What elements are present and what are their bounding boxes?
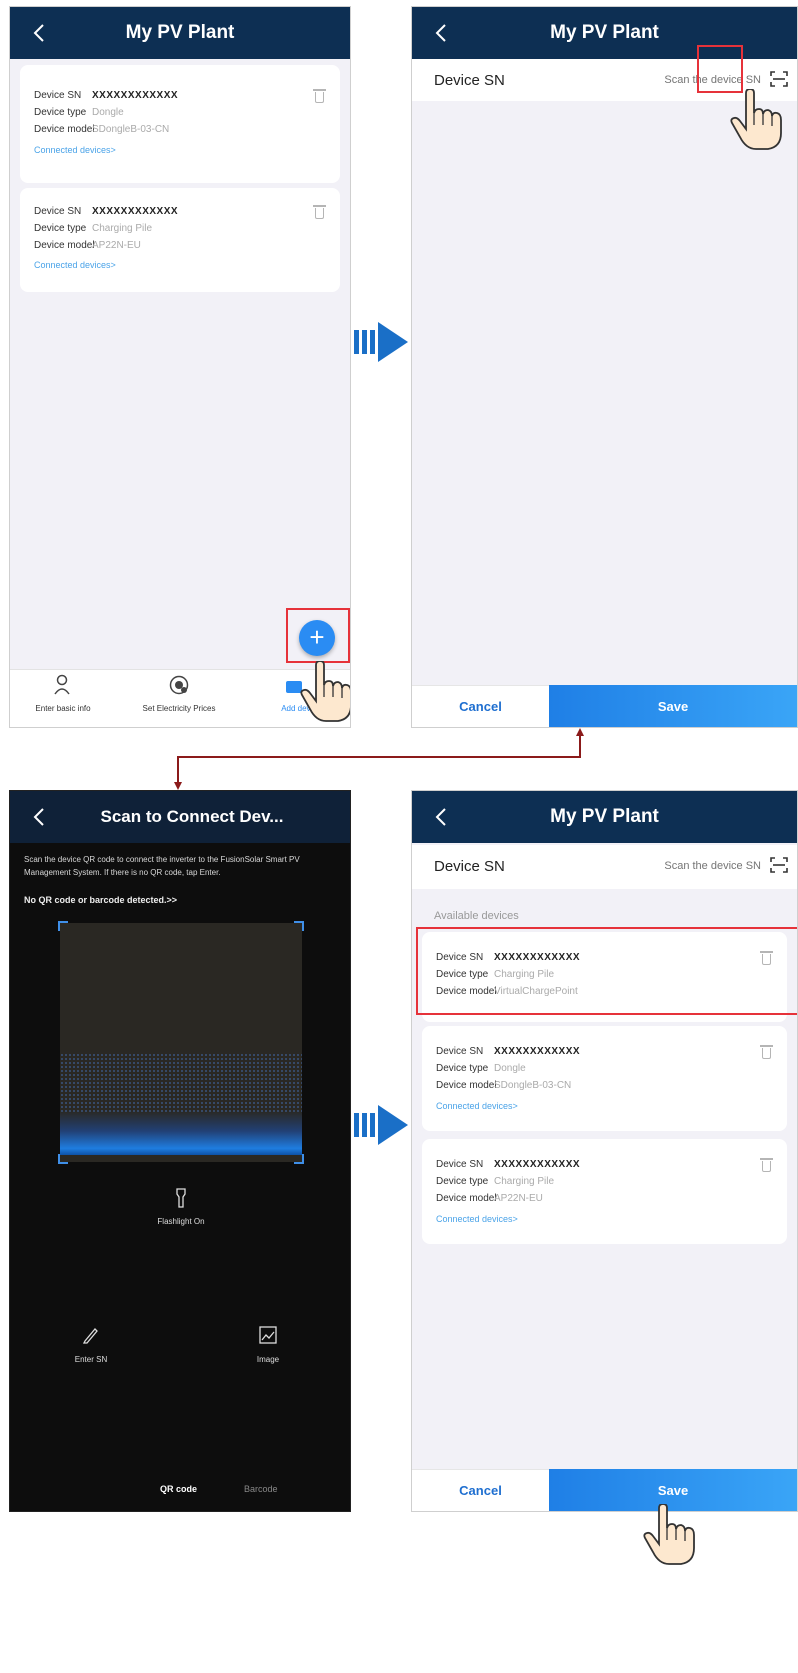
image-button[interactable]: Image [228,1325,308,1364]
scan-line [60,1111,302,1155]
highlight-box [697,45,743,93]
highlight-box [416,927,797,1015]
screen-plant-devices: My PV Plant Device SN XXXXXXXXXXXX Device… [9,6,351,728]
viewfinder-corner [58,1154,68,1164]
device-sn-row: Device SN XXXXXXXXXXXX [436,1159,581,1170]
device-type-row: Device type Dongle [436,1063,526,1074]
header: Scan to Connect Dev... [10,791,350,843]
trash-icon[interactable] [760,1158,773,1172]
header: My PV Plant [10,7,350,59]
screen-add-device: My PV Plant Device SN Cancel Save [411,6,798,728]
screen-available-devices: My PV Plant Device SN Available devices … [411,790,798,1512]
device-model-row: Device modelAP22N-EU [436,1193,543,1204]
tab-qr-code[interactable]: QR code [160,1483,197,1496]
cancel-button[interactable]: Cancel [412,685,549,727]
person-icon [54,674,70,695]
trash-icon[interactable] [313,89,326,103]
connected-devices-link[interactable]: Connected devices> [436,1101,518,1111]
scan-icon[interactable] [769,855,789,875]
cancel-button[interactable]: Cancel [412,1469,549,1511]
price-icon [169,675,189,695]
nav-enter-basic-info[interactable]: Enter basic info [10,674,118,713]
device-sn-field: Device SN [412,845,797,889]
pointer-hand-icon [300,661,350,722]
flashlight-button[interactable]: Flashlight On [141,1187,221,1226]
footer-actions: Cancel Save [412,685,797,727]
device-type-row: Device type Charging Pile [34,223,153,234]
scan-instructions: Scan the device QR code to connect the i… [24,855,300,877]
device-model-row: Device modelSDongleB-03-CN [34,124,170,135]
enter-sn-button[interactable]: Enter SN [51,1325,131,1364]
no-code-detected-link[interactable]: No QR code or barcode detected.>> [24,894,177,907]
trash-icon[interactable] [313,205,326,219]
back-icon[interactable] [430,805,452,829]
screen-scan-device: Scan to Connect Dev... Scan the device Q… [9,790,351,1512]
instruction-page: My PV Plant Device SN XXXXXXXXXXXX Device… [0,0,798,1673]
scan-dot-grid [60,1053,302,1113]
back-icon[interactable] [28,21,50,45]
device-card[interactable]: Device SN XXXXXXXXXXXX Device type Dongle … [422,1026,787,1131]
highlight-box [286,608,350,663]
header: My PV Plant [412,791,797,843]
viewfinder-corner [294,1154,304,1164]
scan-icon[interactable] [769,69,789,89]
available-devices-heading: Available devices [434,910,519,922]
nav-set-electricity-prices[interactable]: Set Electricity Prices [124,674,234,713]
page-title: My PV Plant [550,806,659,827]
flashlight-icon [176,1188,186,1208]
pointer-hand-icon [643,1504,695,1565]
pencil-icon [82,1328,98,1344]
device-sn-label: Device SN [434,72,505,89]
viewfinder-corner [294,921,304,931]
trash-icon[interactable] [760,1045,773,1059]
save-button[interactable]: Save [549,685,797,727]
page-title: My PV Plant [125,22,235,43]
connected-devices-link[interactable]: Connected devices> [34,260,116,270]
page-title: My PV Plant [550,22,659,43]
device-model-row: Device modelAP22N-EU [34,240,141,251]
device-card[interactable]: Device SN XXXXXXXXXXXX Device type Dongle … [20,65,340,183]
device-sn-label: Device SN [434,858,505,875]
viewfinder-corner [58,921,68,931]
device-card[interactable]: Device SN XXXXXXXXXXXX Device type Chargin… [422,1139,787,1244]
image-icon [259,1326,277,1344]
pointer-hand-icon [730,89,782,150]
connected-devices-link[interactable]: Connected devices> [436,1214,518,1224]
device-sn-row: Device SN XXXXXXXXXXXX [436,1046,581,1057]
footer-actions: Cancel Save [412,1469,797,1511]
device-sn-row: Device SN XXXXXXXXXXXX [34,90,179,101]
device-type-row: Device type Charging Pile [436,1176,555,1187]
next-arrow-icon [354,322,408,362]
connected-devices-link[interactable]: Connected devices> [34,145,116,155]
device-card[interactable]: Device SN XXXXXXXXXXXX Device type Chargin… [20,188,340,292]
tab-barcode[interactable]: Barcode [244,1483,278,1496]
device-sn-row: Device SN XXXXXXXXXXXX [34,206,179,217]
back-icon[interactable] [430,21,452,45]
next-arrow-icon [354,1105,408,1145]
back-icon[interactable] [28,805,50,829]
device-sn-input[interactable] [611,860,761,872]
device-model-row: Device modelSDongleB-03-CN [436,1080,572,1091]
device-type-row: Device type Dongle [34,107,124,118]
page-title: Scan to Connect Dev... [100,807,284,826]
